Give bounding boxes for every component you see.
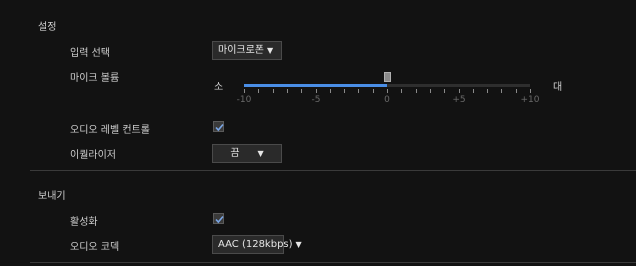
checkmark-icon [215,215,224,224]
slider-tick [273,89,274,93]
enable-label: 활성화 [70,217,98,228]
slider-tick [430,89,431,93]
equalizer-value: 끔 [230,148,240,159]
slider-tick [401,89,402,93]
section-title-settings: 설정 [38,22,57,33]
slider-tick-label: 0 [384,95,390,105]
slider-tick [244,89,245,93]
slider-tick-label: -5 [311,95,321,105]
chevron-down-icon: ▼ [267,46,274,55]
audio-codec-label: 오디오 코덱 [70,242,120,253]
input-select-label: 입력 선택 [70,48,110,59]
slider-tick [344,89,345,93]
slider-tick [373,89,374,93]
audio-level-control-checkbox[interactable] [213,121,224,132]
slider-tick-label: -10 [236,95,252,105]
slider-tick-label: +5 [452,95,466,105]
slider-tick [316,89,317,93]
slider-tick [459,89,460,93]
chevron-down-icon: ▼ [257,149,264,158]
enable-checkbox[interactable] [213,213,224,224]
mic-volume-label: 마이크 볼륨 [70,73,120,84]
slider-tick [416,89,417,93]
slider-tick [358,89,359,93]
mic-volume-max-label: 대 [553,82,563,93]
section-divider-bottom [30,262,636,263]
audio-level-control-label: 오디오 레벨 컨트롤 [70,125,150,136]
slider-tick [330,89,331,93]
slider-tick [473,89,474,93]
slider-tick [501,89,502,93]
mic-volume-slider-fill [244,84,387,87]
slider-tick [516,89,517,93]
slider-tick-label: +10 [520,95,540,105]
slider-tick [258,89,259,93]
slider-tick [287,89,288,93]
section-divider [30,170,636,171]
input-select-value: 마이크로폰 [218,45,264,56]
input-select-dropdown[interactable]: 마이크로폰 ▼ [212,41,282,60]
audio-codec-dropdown[interactable]: AAC (128kbps) ▼ [212,235,302,254]
mic-volume-min-label: 소 [214,82,224,93]
equalizer-label: 이퀄라이저 [70,150,116,161]
slider-tick [530,89,531,93]
audio-codec-value: AAC (128kbps) [218,239,293,250]
mic-volume-slider[interactable] [244,84,530,87]
slider-tick [387,89,388,93]
checkmark-icon [215,123,224,132]
mic-volume-slider-thumb[interactable] [384,72,391,82]
slider-tick [487,89,488,93]
chevron-down-icon: ▼ [295,240,302,249]
equalizer-dropdown[interactable]: 끔 ▼ [212,144,282,163]
slider-tick [301,89,302,93]
slider-tick [444,89,445,93]
section-title-send: 보내기 [38,191,66,202]
